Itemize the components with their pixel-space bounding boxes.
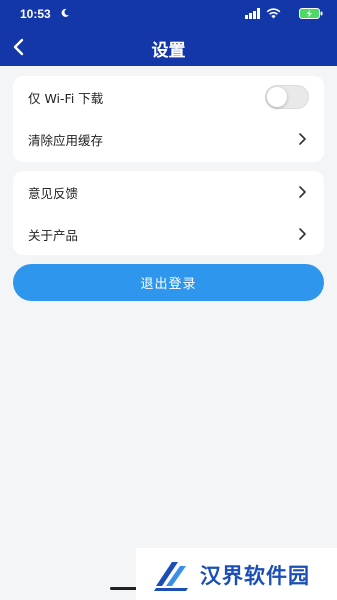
home-indicator <box>110 587 138 590</box>
settings-group-about: 意见反馈 关于产品 <box>13 171 324 255</box>
page-title: 设置 <box>151 41 186 61</box>
setting-row-about-product[interactable]: 关于产品 <box>13 213 324 255</box>
setting-label: 关于产品 <box>28 227 79 243</box>
nav-bar: 设置 <box>0 28 337 66</box>
setting-row-feedback[interactable]: 意见反馈 <box>13 171 324 213</box>
signal-icon <box>245 8 260 19</box>
status-time: 10:53 <box>20 7 51 21</box>
watermark-logo-icon <box>154 562 188 591</box>
chevron-right-icon <box>299 133 306 145</box>
app-header: 10:53 设置 <box>0 0 337 66</box>
battery-icon <box>299 8 323 19</box>
status-bar: 10:53 <box>0 0 337 28</box>
watermark-text: 汉界软件园 <box>200 564 310 588</box>
setting-row-clear-cache[interactable]: 清除应用缓存 <box>13 118 324 160</box>
setting-label: 仅 Wi-Fi 下载 <box>28 90 104 106</box>
wifi-only-toggle[interactable] <box>265 85 309 109</box>
chevron-right-icon <box>299 228 306 240</box>
setting-label: 清除应用缓存 <box>28 132 104 148</box>
settings-group-general: 仅 Wi-Fi 下载 清除应用缓存 <box>13 76 324 162</box>
watermark: 汉界软件园 <box>136 548 337 600</box>
chevron-right-icon <box>299 186 306 198</box>
logout-button[interactable]: 退出登录 <box>13 264 324 301</box>
wifi-icon <box>266 8 281 19</box>
setting-label: 意见反馈 <box>28 185 79 201</box>
toggle-knob <box>267 87 287 107</box>
setting-row-wifi-only-download: 仅 Wi-Fi 下载 <box>13 76 324 118</box>
moon-icon <box>61 8 69 17</box>
